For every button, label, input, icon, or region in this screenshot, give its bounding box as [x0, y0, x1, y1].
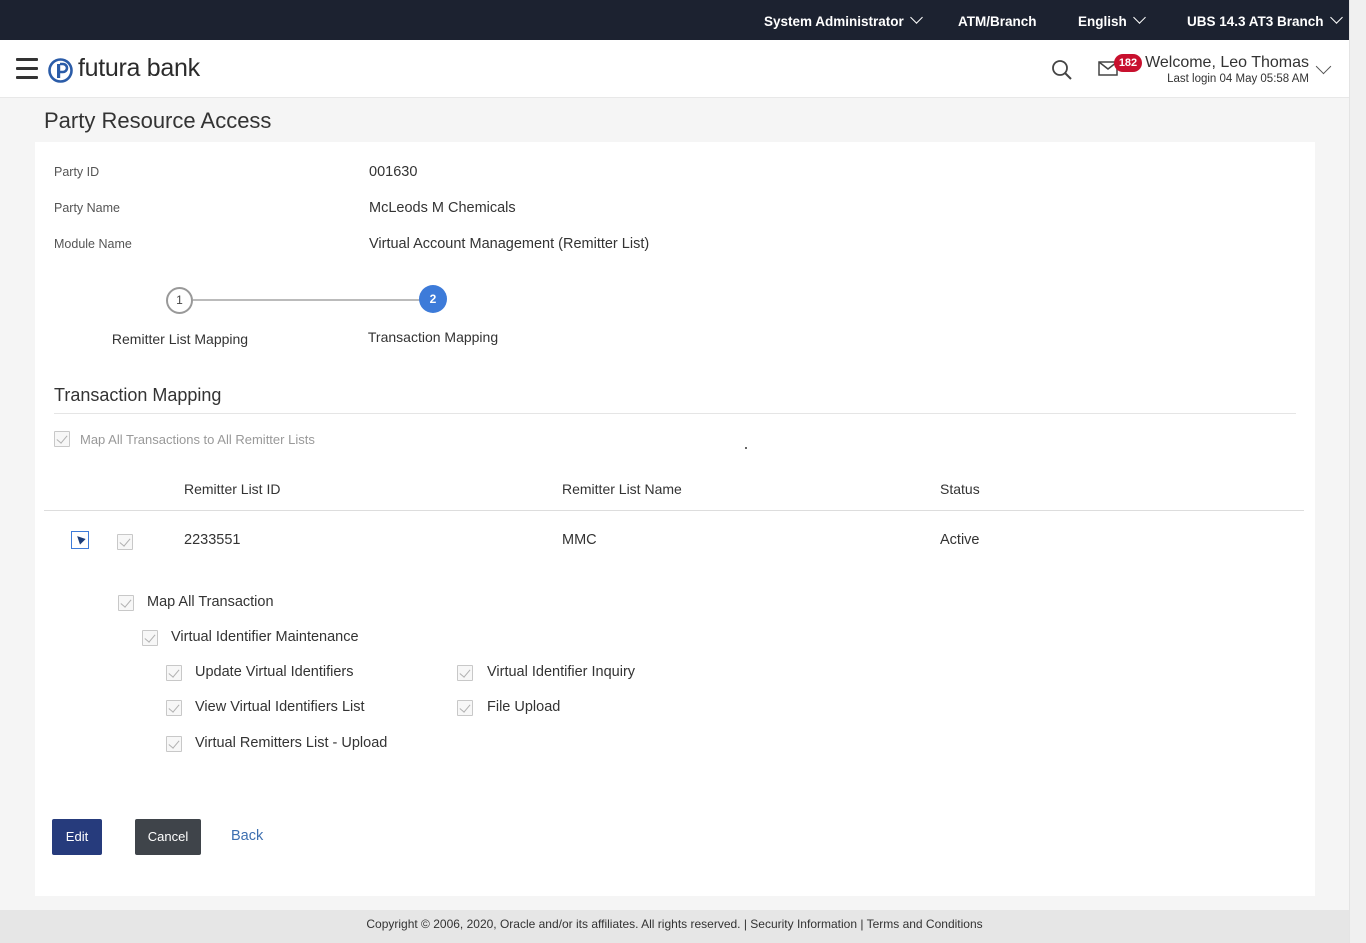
transaction-checkbox[interactable]: [166, 665, 182, 681]
remitter-list-name-cell: MMC: [562, 532, 597, 548]
hamburger-menu-icon[interactable]: [16, 58, 38, 79]
language-label: English: [1078, 14, 1127, 29]
content-card: [35, 142, 1315, 896]
role-dropdown[interactable]: System Administrator: [764, 0, 923, 40]
welcome-text[interactable]: Welcome, Leo Thomas: [1145, 54, 1309, 72]
notification-badge: 182: [1114, 54, 1142, 72]
party-id-value: 001630: [369, 164, 418, 180]
brand-name: futura bank: [78, 54, 200, 82]
page-title: Party Resource Access: [44, 108, 272, 133]
atm-branch-link[interactable]: ATM/Branch: [958, 0, 1037, 40]
row-select-checkbox[interactable]: [117, 534, 133, 550]
column-header-remitter-list-id: Remitter List ID: [184, 481, 281, 497]
map-all-transaction-label: Map All Transaction: [147, 594, 274, 610]
transaction-label: View Virtual Identifiers List: [195, 699, 365, 715]
transaction-label: File Upload: [487, 699, 561, 715]
branch-label: UBS 14.3 AT3 Branch: [1187, 14, 1324, 29]
map-all-lists-checkbox[interactable]: [54, 431, 70, 447]
transaction-label: Virtual Identifier Inquiry: [487, 664, 636, 680]
group-label: Virtual Identifier Maintenance: [171, 629, 359, 645]
step-1-label: Remitter List Mapping: [111, 331, 249, 347]
branch-dropdown[interactable]: UBS 14.3 AT3 Branch: [1187, 0, 1343, 40]
last-login-text: Last login 04 May 05:58 AM: [1167, 73, 1309, 85]
party-name-label: Party Name: [54, 201, 120, 215]
map-all-lists-label: Map All Transactions to All Remitter Lis…: [80, 432, 315, 447]
back-link[interactable]: Back: [231, 828, 263, 844]
cancel-button[interactable]: Cancel: [135, 819, 201, 855]
futura-logo-icon: [48, 58, 73, 83]
language-dropdown[interactable]: English: [1078, 0, 1146, 40]
step-1-indicator[interactable]: 1: [166, 287, 193, 314]
section-divider: [54, 413, 1296, 414]
stray-dot: [745, 447, 747, 449]
search-icon[interactable]: [1051, 59, 1073, 81]
section-title: Transaction Mapping: [54, 385, 222, 405]
role-label: System Administrator: [764, 14, 904, 29]
map-all-transaction-checkbox[interactable]: [118, 595, 134, 611]
row-expand-toggle-icon[interactable]: [71, 531, 89, 549]
transaction-checkbox[interactable]: [457, 665, 473, 681]
group-checkbox[interactable]: [142, 630, 158, 646]
party-id-label: Party ID: [54, 165, 100, 179]
step-2-label: Transaction Mapping: [367, 329, 499, 345]
footer: Copyright © 2006, 2020, Oracle and/or it…: [0, 910, 1349, 943]
chevron-down-icon: [909, 11, 923, 24]
stepper-connector: [193, 299, 421, 301]
module-name-value: Virtual Account Management (Remitter Lis…: [369, 236, 650, 252]
status-cell: Active: [940, 532, 980, 548]
remitter-list-id-cell: 2233551: [184, 532, 241, 548]
column-header-status: Status: [940, 481, 980, 497]
vertical-scrollbar[interactable]: [1349, 0, 1366, 943]
transaction-checkbox[interactable]: [166, 700, 182, 716]
transaction-checkbox[interactable]: [166, 736, 182, 752]
edit-button[interactable]: Edit: [52, 819, 102, 855]
transaction-label: Virtual Remitters List - Upload: [195, 735, 388, 751]
chevron-down-icon: [1132, 11, 1146, 24]
column-header-remitter-list-name: Remitter List Name: [562, 481, 682, 497]
table-header-divider: [44, 510, 1304, 511]
transaction-checkbox[interactable]: [457, 700, 473, 716]
transaction-label: Update Virtual Identifiers: [195, 664, 354, 680]
chevron-down-icon: [1329, 11, 1343, 24]
top-bar: System Administrator ATM/Branch English …: [0, 0, 1349, 40]
module-name-label: Module Name: [54, 237, 132, 251]
party-name-value: McLeods M Chemicals: [369, 200, 516, 216]
step-2-indicator[interactable]: 2: [419, 285, 447, 313]
